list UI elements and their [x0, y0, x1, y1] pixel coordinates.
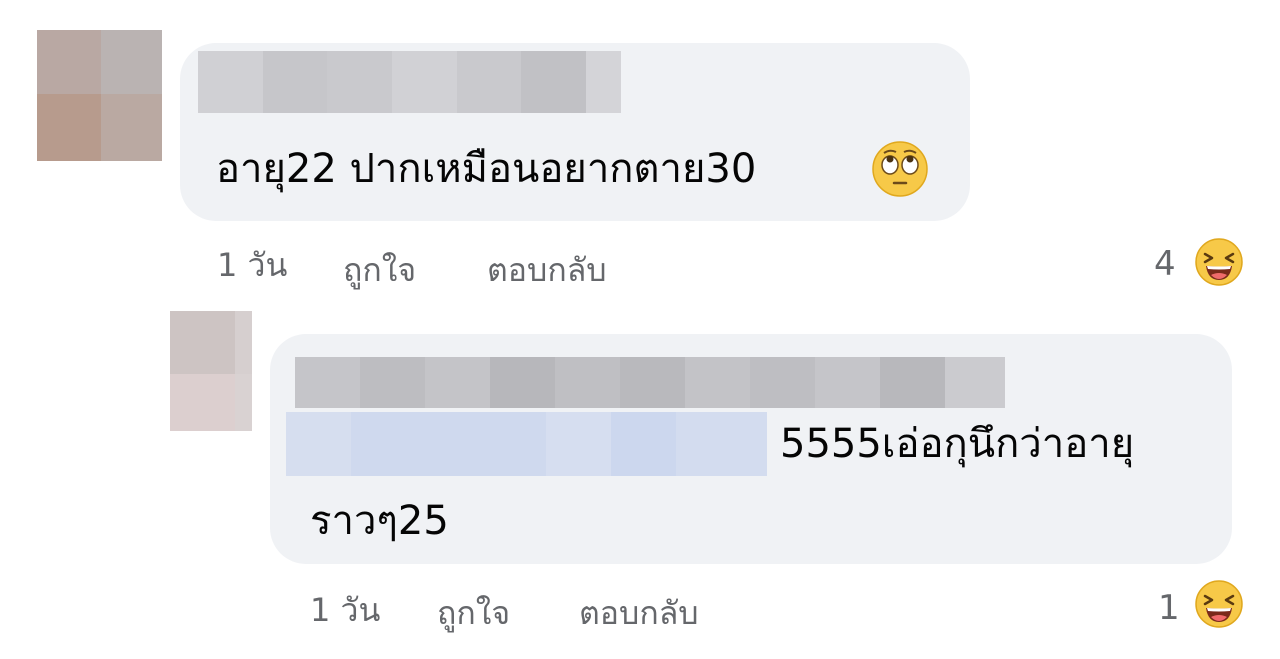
- mention-tag-blurred[interactable]: [286, 412, 767, 476]
- reply-text-line2: ราวๆ25: [310, 498, 449, 544]
- comment-text: อายุ22 ปากเหมือนอยากตาย30: [216, 146, 757, 192]
- avatar[interactable]: [37, 30, 162, 161]
- reaction-count[interactable]: 1: [1158, 588, 1180, 628]
- avatar[interactable]: [170, 311, 252, 431]
- reply-text-line1: 5555เอ่อกุนึกว่าอายุ: [780, 421, 1135, 467]
- reaction-count[interactable]: 4: [1154, 244, 1176, 284]
- like-button[interactable]: ถูกใจ: [437, 593, 510, 633]
- laughing-face-icon[interactable]: [1195, 238, 1243, 286]
- face-with-rolling-eyes-icon: [872, 141, 928, 197]
- reply-button[interactable]: ตอบกลับ: [579, 593, 699, 633]
- comment-timestamp[interactable]: 1 วัน: [217, 245, 287, 285]
- comment-thread: อายุ22 ปากเหมือนอยากตาย30 1 วัน ถูกใจ ตอ…: [0, 0, 1280, 659]
- reply-button[interactable]: ตอบกลับ: [487, 250, 607, 290]
- author-name-blurred[interactable]: [198, 51, 621, 113]
- like-button[interactable]: ถูกใจ: [343, 250, 416, 290]
- comment-timestamp[interactable]: 1 วัน: [310, 590, 380, 630]
- laughing-face-icon[interactable]: [1195, 580, 1243, 628]
- author-name-blurred[interactable]: [295, 357, 1005, 408]
